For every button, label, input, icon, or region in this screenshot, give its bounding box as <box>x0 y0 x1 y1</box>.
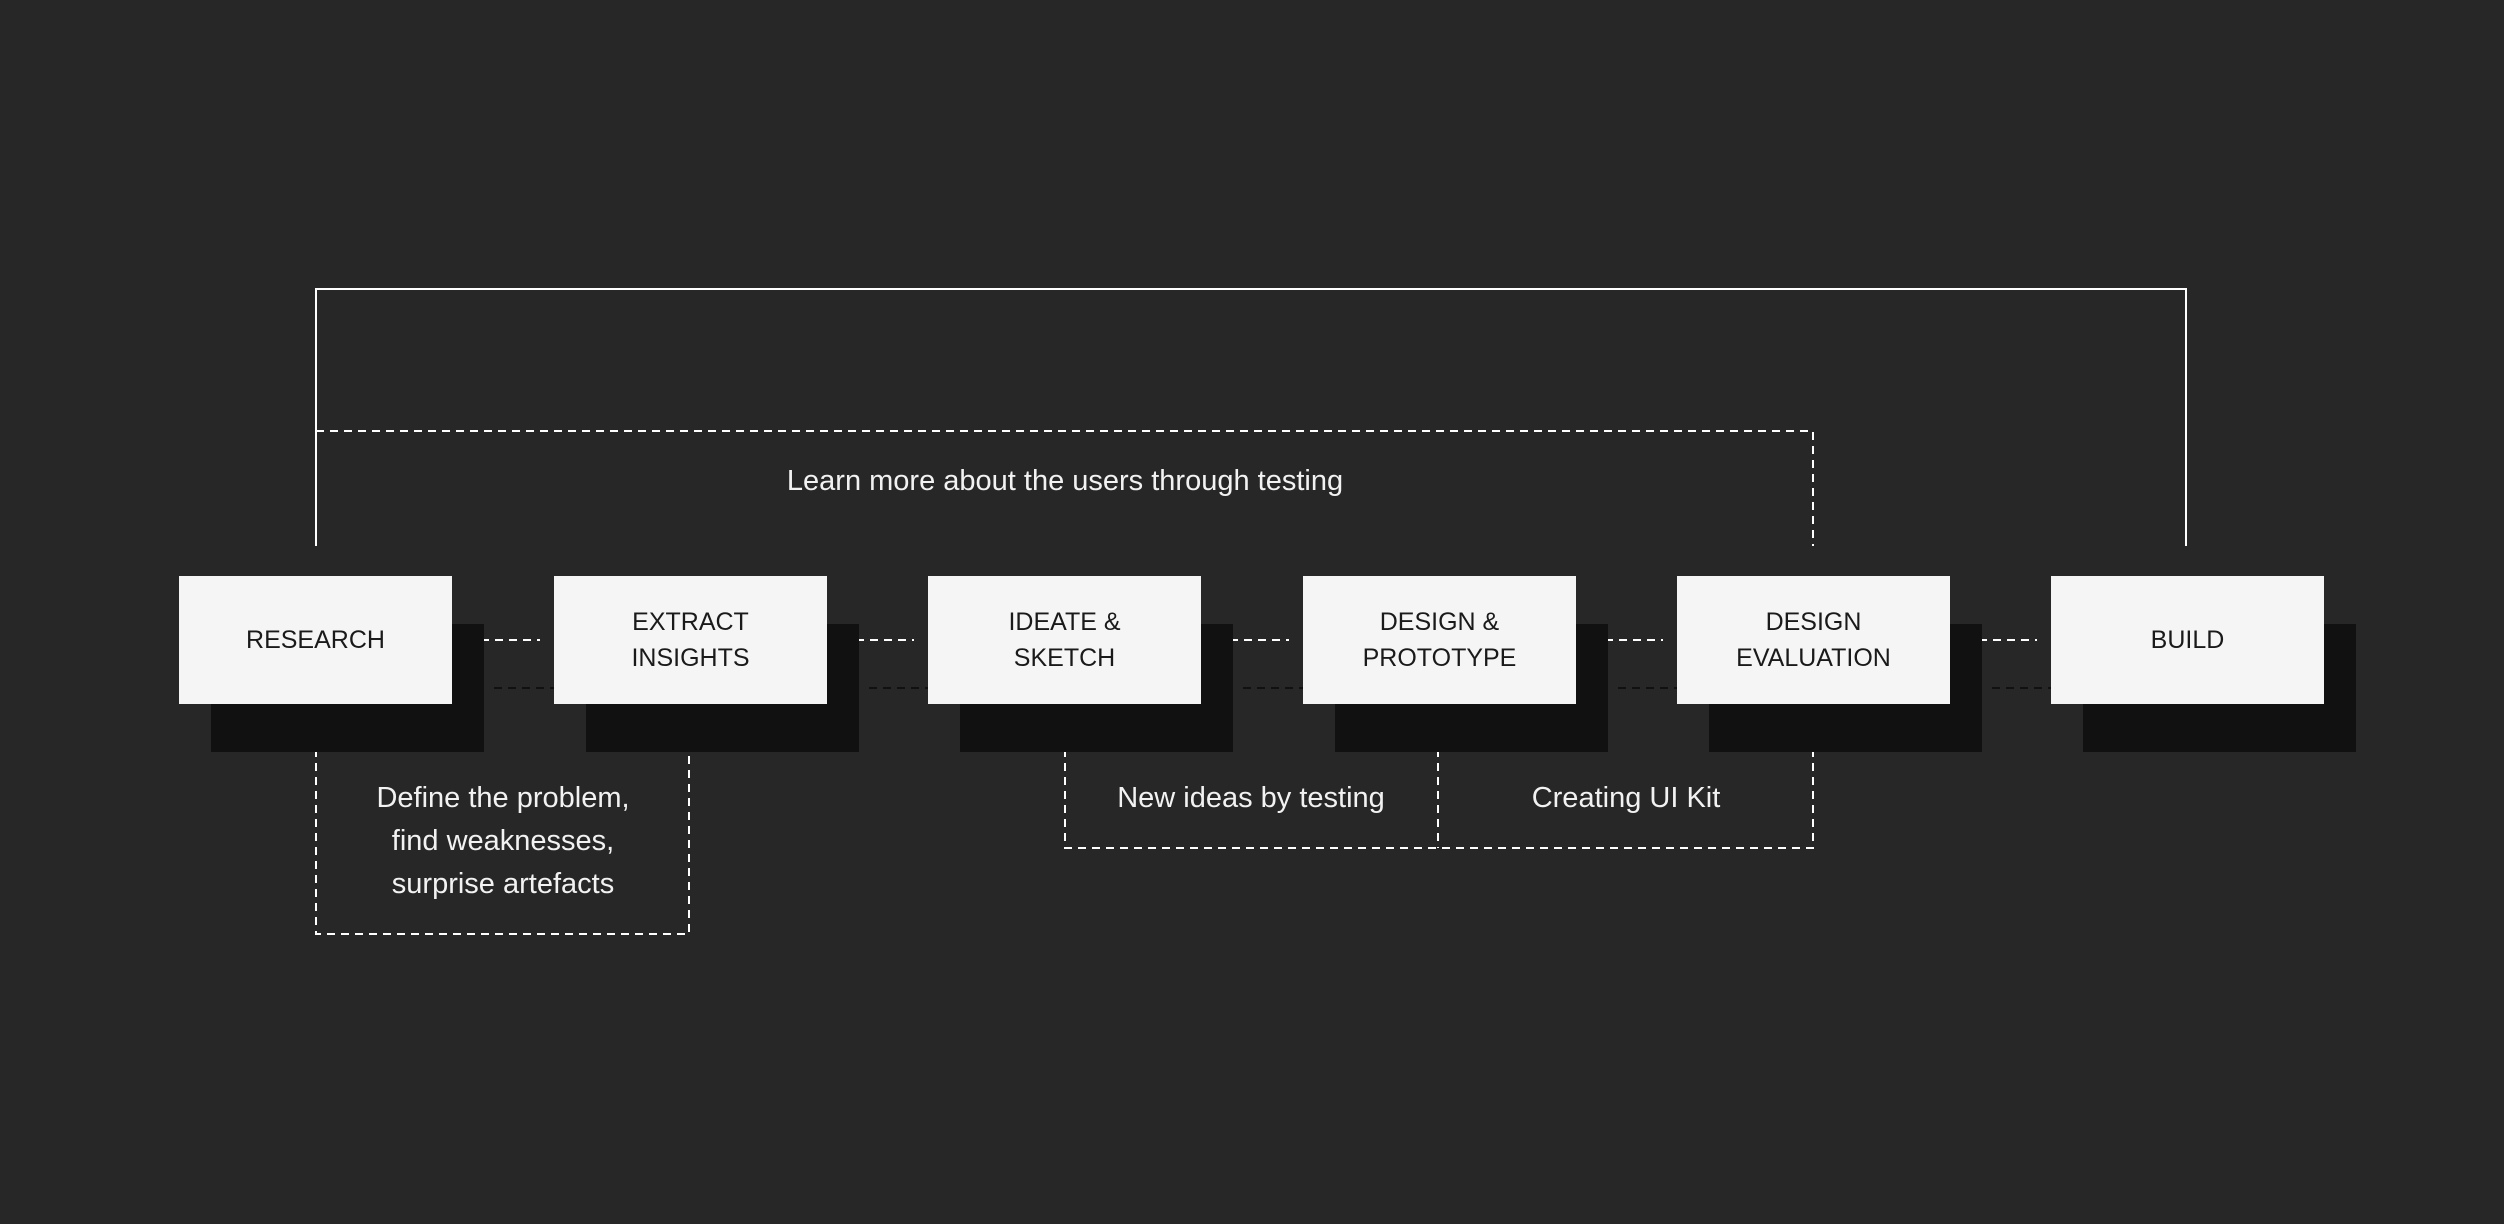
step-label: IDEATE & SKETCH <box>1008 608 1121 672</box>
step-label: DESIGN EVALUATION <box>1736 608 1891 672</box>
research-insights-label: Define the problem, find weaknesses, sur… <box>376 782 630 900</box>
step-label: RESEARCH <box>246 626 385 654</box>
step-label: EXTRACT INSIGHTS <box>631 608 750 672</box>
step-box: BUILD <box>2051 576 2324 704</box>
step-box: RESEARCH <box>179 576 452 704</box>
top-loop-label: Learn more about the users through testi… <box>786 465 1344 497</box>
step-box: EXTRACT INSIGHTS <box>554 576 827 704</box>
step-label: BUILD <box>2150 626 2225 654</box>
step-box: IDEATE & SKETCH <box>928 576 1201 704</box>
design-evaluation-label: Creating UI Kit <box>1531 782 1721 814</box>
build-to-research-loop <box>315 288 2187 546</box>
step-box: DESIGN EVALUATION <box>1677 576 1950 704</box>
ideate-design-label: New ideas by testing <box>1117 782 1385 814</box>
step-box: DESIGN & PROTOTYPE <box>1303 576 1576 704</box>
step-label: DESIGN & PROTOTYPE <box>1362 608 1517 672</box>
